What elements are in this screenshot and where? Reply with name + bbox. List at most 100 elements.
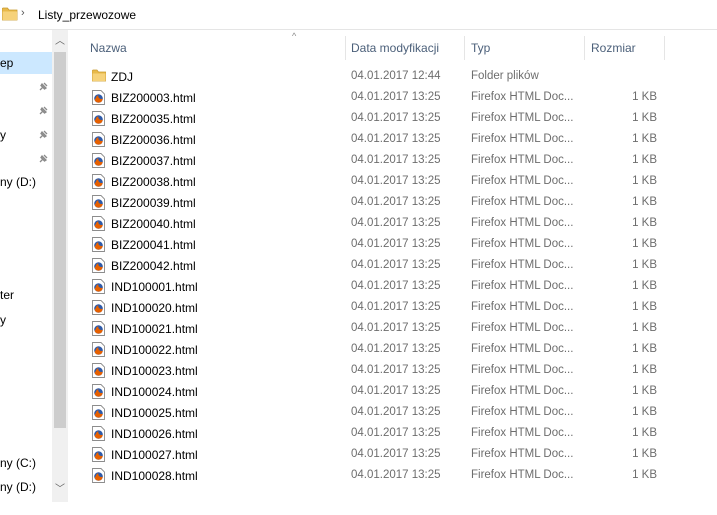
file-date-modified: 04.01.2017 13:25 <box>351 259 441 271</box>
file-row[interactable]: IND100022.html 04.01.2017 13:25 Firefox HT… <box>84 339 674 360</box>
pin-icon[interactable] <box>37 105 49 117</box>
file-row[interactable]: BIZ200041.html 04.01.2017 13:25 Firefox HT… <box>84 234 674 255</box>
file-type: Firefox HTML Doc... <box>471 175 574 187</box>
folder-icon <box>1 7 18 24</box>
file-row[interactable]: BIZ200039.html 04.01.2017 13:25 Firefox HT… <box>84 192 674 213</box>
pin-icon[interactable] <box>37 129 49 141</box>
column-header-type[interactable]: Typ <box>465 36 585 60</box>
file-row[interactable]: ZDJ 04.01.2017 12:44 Folder plików <box>84 66 674 87</box>
scrollbar-thumb[interactable] <box>54 52 66 428</box>
file-name: IND100026.html <box>111 427 198 441</box>
file-row[interactable]: BIZ200038.html 04.01.2017 13:25 Firefox HT… <box>84 171 674 192</box>
file-name: IND100024.html <box>111 385 198 399</box>
breadcrumb-current[interactable]: Listy_przewozowe <box>38 8 136 22</box>
nav-item-drive-d-2[interactable]: ny (D:) <box>0 476 52 498</box>
file-row[interactable]: IND100028.html 04.01.2017 13:25 Firefox HT… <box>84 465 674 486</box>
pin-icon[interactable] <box>37 153 49 165</box>
file-row[interactable]: BIZ200040.html 04.01.2017 13:25 Firefox HT… <box>84 213 674 234</box>
file-size: 1 KB <box>632 343 657 355</box>
html-file-icon <box>92 216 106 231</box>
column-header-name[interactable]: Nazwa <box>84 36 346 60</box>
file-row[interactable]: IND100027.html 04.01.2017 13:25 Firefox HT… <box>84 444 674 465</box>
file-name: IND100001.html <box>111 280 198 294</box>
file-name: BIZ200041.html <box>111 238 196 252</box>
nav-item-computer[interactable]: ter <box>0 284 52 306</box>
scroll-up-icon[interactable]: ︿ <box>52 34 68 50</box>
file-date-modified: 04.01.2017 13:25 <box>351 196 441 208</box>
column-header-row: Nazwa ^ Data modyfikacji Typ Rozmiar <box>84 31 684 62</box>
file-date-modified: 04.01.2017 13:25 <box>351 217 441 229</box>
file-date-modified: 04.01.2017 13:25 <box>351 469 441 481</box>
column-header-date[interactable]: Data modyfikacji <box>345 36 465 60</box>
file-name: IND100023.html <box>111 364 198 378</box>
nav-item-drive-d[interactable]: ny (D:) <box>0 171 52 193</box>
sort-ascending-icon: ^ <box>292 31 297 41</box>
scroll-down-icon[interactable]: ﹀ <box>52 482 68 498</box>
file-date-modified: 04.01.2017 13:25 <box>351 238 441 250</box>
file-type: Firefox HTML Doc... <box>471 238 574 250</box>
file-name: BIZ200042.html <box>111 259 196 273</box>
html-file-icon <box>92 258 106 273</box>
file-type: Firefox HTML Doc... <box>471 217 574 229</box>
file-type: Firefox HTML Doc... <box>471 406 574 418</box>
file-date-modified: 04.01.2017 13:25 <box>351 385 441 397</box>
file-row[interactable]: IND100026.html 04.01.2017 13:25 Firefox HT… <box>84 423 674 444</box>
html-file-icon <box>92 153 106 168</box>
file-row[interactable]: IND100025.html 04.01.2017 13:25 Firefox HT… <box>84 402 674 423</box>
html-file-icon <box>92 132 106 147</box>
folder-icon <box>91 69 107 84</box>
file-row[interactable]: BIZ200037.html 04.01.2017 13:25 Firefox HT… <box>84 150 674 171</box>
file-row[interactable]: BIZ200003.html 04.01.2017 13:25 Firefox HT… <box>84 87 674 108</box>
file-date-modified: 04.01.2017 13:25 <box>351 427 441 439</box>
file-name: IND100028.html <box>111 469 198 483</box>
nav-item-library[interactable]: y <box>0 309 52 331</box>
file-row[interactable]: IND100021.html 04.01.2017 13:25 Firefox HT… <box>84 318 674 339</box>
file-date-modified: 04.01.2017 13:25 <box>351 280 441 292</box>
nav-scrollbar[interactable]: ︿ ﹀ <box>52 30 68 502</box>
file-row[interactable]: BIZ200042.html 04.01.2017 13:25 Firefox HT… <box>84 255 674 276</box>
file-name: BIZ200036.html <box>111 133 196 147</box>
file-size: 1 KB <box>632 238 657 250</box>
file-size: 1 KB <box>632 112 657 124</box>
file-size: 1 KB <box>632 154 657 166</box>
pin-icon[interactable] <box>37 81 49 93</box>
file-row[interactable]: IND100023.html 04.01.2017 13:25 Firefox HT… <box>84 360 674 381</box>
file-size: 1 KB <box>632 175 657 187</box>
navigation-pane: ep y ny (D:) ter y ny (C:) ny (D:) ︿ ﹀ <box>0 30 68 515</box>
file-date-modified: 04.01.2017 13:25 <box>351 112 441 124</box>
file-row[interactable]: IND100024.html 04.01.2017 13:25 Firefox HT… <box>84 381 674 402</box>
file-date-modified: 04.01.2017 13:25 <box>351 406 441 418</box>
html-file-icon <box>92 468 106 483</box>
file-name: BIZ200039.html <box>111 196 196 210</box>
file-size: 1 KB <box>632 280 657 292</box>
file-name: IND100020.html <box>111 301 198 315</box>
column-header-size[interactable]: Rozmiar <box>585 36 665 60</box>
html-file-icon <box>92 174 106 189</box>
file-date-modified: 04.01.2017 13:25 <box>351 322 441 334</box>
file-type: Firefox HTML Doc... <box>471 280 574 292</box>
file-name: BIZ200040.html <box>111 217 196 231</box>
file-name: IND100021.html <box>111 322 198 336</box>
file-date-modified: 04.01.2017 13:25 <box>351 91 441 103</box>
breadcrumb-separator-icon[interactable]: › <box>21 7 25 19</box>
file-name: BIZ200038.html <box>111 175 196 189</box>
file-row[interactable]: BIZ200036.html 04.01.2017 13:25 Firefox HT… <box>84 129 674 150</box>
address-bar[interactable]: › Listy_przewozowe <box>0 0 717 30</box>
html-file-icon <box>92 405 106 420</box>
file-type: Firefox HTML Doc... <box>471 364 574 376</box>
file-row[interactable]: IND100001.html 04.01.2017 13:25 Firefox HT… <box>84 276 674 297</box>
file-type: Firefox HTML Doc... <box>471 385 574 397</box>
file-row[interactable]: BIZ200035.html 04.01.2017 13:25 Firefox HT… <box>84 108 674 129</box>
html-file-icon <box>92 237 106 252</box>
file-date-modified: 04.01.2017 13:25 <box>351 175 441 187</box>
nav-item-desktop[interactable]: ep <box>0 52 52 74</box>
file-size: 1 KB <box>632 427 657 439</box>
file-type: Folder plików <box>471 70 539 82</box>
file-name: BIZ200037.html <box>111 154 196 168</box>
file-row[interactable]: IND100020.html 04.01.2017 13:25 Firefox HT… <box>84 297 674 318</box>
nav-item-drive-c[interactable]: ny (C:) <box>0 452 52 474</box>
file-size: 1 KB <box>632 196 657 208</box>
file-type: Firefox HTML Doc... <box>471 91 574 103</box>
file-size: 1 KB <box>632 469 657 481</box>
file-type: Firefox HTML Doc... <box>471 133 574 145</box>
